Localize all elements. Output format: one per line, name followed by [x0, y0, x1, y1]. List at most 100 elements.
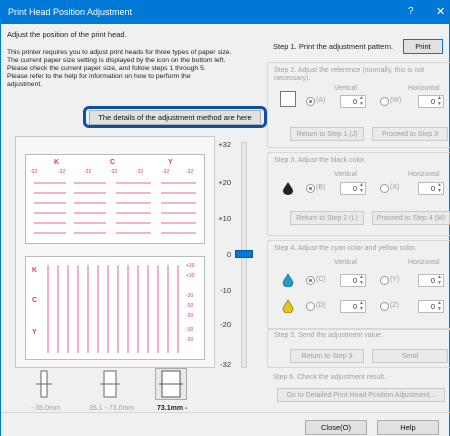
- help-title-button[interactable]: ?: [408, 6, 414, 17]
- radio-c[interactable]: [306, 276, 315, 285]
- pattern-side-number: -30: [186, 293, 194, 299]
- pattern-side-number: +30: [186, 273, 195, 279]
- return-step1-button[interactable]: Return to Step 1 (J): [290, 127, 364, 141]
- proceed-step4-button[interactable]: Proceed to Step 4 (M): [372, 211, 450, 225]
- radio-a-label: (A): [316, 97, 326, 104]
- pattern-letter-c: C: [110, 159, 116, 166]
- pattern-side-letter-c: C: [32, 297, 38, 304]
- radio-w[interactable]: [380, 97, 389, 106]
- paper-narrow-icon: [36, 370, 52, 398]
- radio-y[interactable]: [380, 276, 389, 285]
- slider-thumb[interactable]: [235, 250, 253, 258]
- return-step3-button[interactable]: Return to Step 3: [290, 349, 364, 363]
- pattern-number: -32: [58, 169, 66, 175]
- pattern-number: -32: [84, 169, 92, 175]
- yellow-ink-drop-icon: [282, 299, 294, 313]
- black-ink-drop-icon: [283, 182, 293, 195]
- pattern-side-number: -30: [186, 337, 194, 343]
- pattern-side-number: -30: [186, 303, 194, 309]
- pattern-panel-bottom: K C Y +30 +30 -30 -30 -30 -30 -30: [25, 256, 205, 360]
- step4-group: Step 4. Adjust the cyan color and yellow…: [267, 240, 450, 330]
- spin-x[interactable]: 0 ▲ ▼: [418, 182, 444, 195]
- slider-tick-label: +10: [218, 214, 231, 223]
- pattern-number: -32: [186, 169, 194, 175]
- horizontal-heading: Horizontal: [408, 85, 440, 92]
- cyan-ink-drop-icon: [282, 273, 294, 287]
- window-title: Print Head Position Adjustment: [8, 7, 133, 17]
- paper-size-label-selected: 73.1mm -: [157, 405, 188, 412]
- spin-z-value: 0: [430, 302, 435, 311]
- radio-x[interactable]: [380, 184, 389, 193]
- step2-group: Step 2. Adjust the reference (normally, …: [267, 62, 450, 148]
- spin-arrows-icon[interactable]: ▲ ▼: [437, 300, 442, 312]
- close-window-button[interactable]: ✕: [436, 5, 445, 18]
- radio-b[interactable]: [306, 184, 315, 193]
- pattern-letter-y: Y: [168, 159, 173, 166]
- spin-a[interactable]: 0 ▲ ▼: [340, 95, 366, 108]
- spin-arrows-icon[interactable]: ▲ ▼: [359, 274, 364, 286]
- pattern-panel-top: K C Y -32 -32 -32 -32 -32 -32 -32: [25, 154, 205, 244]
- slider-tick-label: -10: [220, 286, 231, 295]
- intro-text: This printer requires you to adjust prin…: [7, 49, 265, 89]
- adjustment-details-button[interactable]: The details of the adjustment method are…: [89, 110, 261, 125]
- intro-line: This printer requires you to adjust prin…: [7, 49, 232, 56]
- detailed-adjustment-button[interactable]: Go to Detailed Print Head Position Adjus…: [277, 388, 445, 402]
- step4-label: Step 4. Adjust the cyan color and yellow…: [274, 245, 417, 252]
- radio-b-label: (B): [316, 184, 326, 191]
- spin-arrows-icon[interactable]: ▲ ▼: [359, 300, 364, 312]
- return-step2-button[interactable]: Return to Step 2 (L): [290, 211, 364, 225]
- spin-arrows-icon[interactable]: ▲ ▼: [437, 182, 442, 194]
- pattern-letter-k: K: [54, 159, 60, 166]
- slider-tick-label: 0: [226, 250, 231, 259]
- pattern-side-letter-y: Y: [32, 329, 37, 336]
- pattern-number: -32: [136, 169, 144, 175]
- proceed-step3-button[interactable]: Proceed to Step 3: [372, 127, 448, 141]
- radio-w-label: (W): [390, 97, 402, 104]
- intro-line: Please check the current paper size, and…: [7, 65, 206, 72]
- step3-label: Step 3. Adjust the black color.: [274, 157, 366, 164]
- slider-tick-label: -20: [220, 320, 231, 329]
- spin-c[interactable]: 0 ▲ ▼: [340, 274, 366, 287]
- spin-y-value: 0: [430, 276, 435, 285]
- intro-line: Please refer to the help for information…: [7, 73, 191, 80]
- pattern-side-number: -30: [186, 327, 194, 333]
- reference-color-swatch: [280, 91, 296, 107]
- spin-d[interactable]: 0 ▲ ▼: [340, 300, 366, 313]
- paper-size-label: 35.1 - 73.0mm: [89, 405, 135, 412]
- spin-b-value: 0: [352, 184, 357, 193]
- step3-group: Step 3. Adjust the black color. Vertical…: [267, 152, 450, 236]
- intro-heading: Adjust the position of the print head.: [7, 30, 127, 39]
- radio-z[interactable]: [380, 302, 389, 311]
- spin-arrows-icon[interactable]: ▲ ▼: [437, 274, 442, 286]
- spin-b[interactable]: 0 ▲ ▼: [340, 182, 366, 195]
- spin-arrows-icon[interactable]: ▲ ▼: [359, 182, 364, 194]
- dialog-body: Adjust the position of the print head. T…: [0, 24, 450, 436]
- paper-wide-icon: [159, 370, 183, 398]
- step6-label: Step 6. Check the adjustment result.: [273, 374, 386, 381]
- spin-y[interactable]: 0 ▲ ▼: [418, 274, 444, 287]
- spin-arrows-icon[interactable]: ▲ ▼: [437, 95, 442, 107]
- pattern-number: -32: [30, 169, 38, 175]
- send-button[interactable]: Send: [372, 349, 448, 363]
- radio-d[interactable]: [306, 302, 315, 311]
- spin-a-value: 0: [352, 97, 357, 106]
- spin-x-value: 0: [430, 184, 435, 193]
- radio-z-label: (Z): [390, 302, 399, 309]
- pattern-side-letter-k: K: [32, 267, 38, 274]
- vertical-heading: Vertical: [334, 171, 357, 178]
- spin-w[interactable]: 0 ▲ ▼: [418, 95, 444, 108]
- spin-arrows-icon[interactable]: ▲ ▼: [359, 95, 364, 107]
- spin-w-value: 0: [430, 97, 435, 106]
- spin-z[interactable]: 0 ▲ ▼: [418, 300, 444, 313]
- vertical-heading: Vertical: [334, 259, 357, 266]
- radio-a[interactable]: [306, 97, 315, 106]
- paper-size-label: - 35.0mm: [31, 405, 61, 412]
- help-button[interactable]: Help: [377, 420, 439, 435]
- paper-size-row: - 35.0mm 35.1 - 73.0mm 73.1mm -: [1, 368, 265, 416]
- footer-divider: [1, 412, 450, 413]
- close-button[interactable]: Close(O): [305, 420, 367, 435]
- print-button[interactable]: Print: [403, 39, 443, 54]
- step2-label: Step 2. Adjust the reference (normally, …: [274, 67, 425, 82]
- radio-d-label: (D): [316, 302, 326, 309]
- step1-label: Step 1. Print the adjustment pattern.: [273, 42, 394, 51]
